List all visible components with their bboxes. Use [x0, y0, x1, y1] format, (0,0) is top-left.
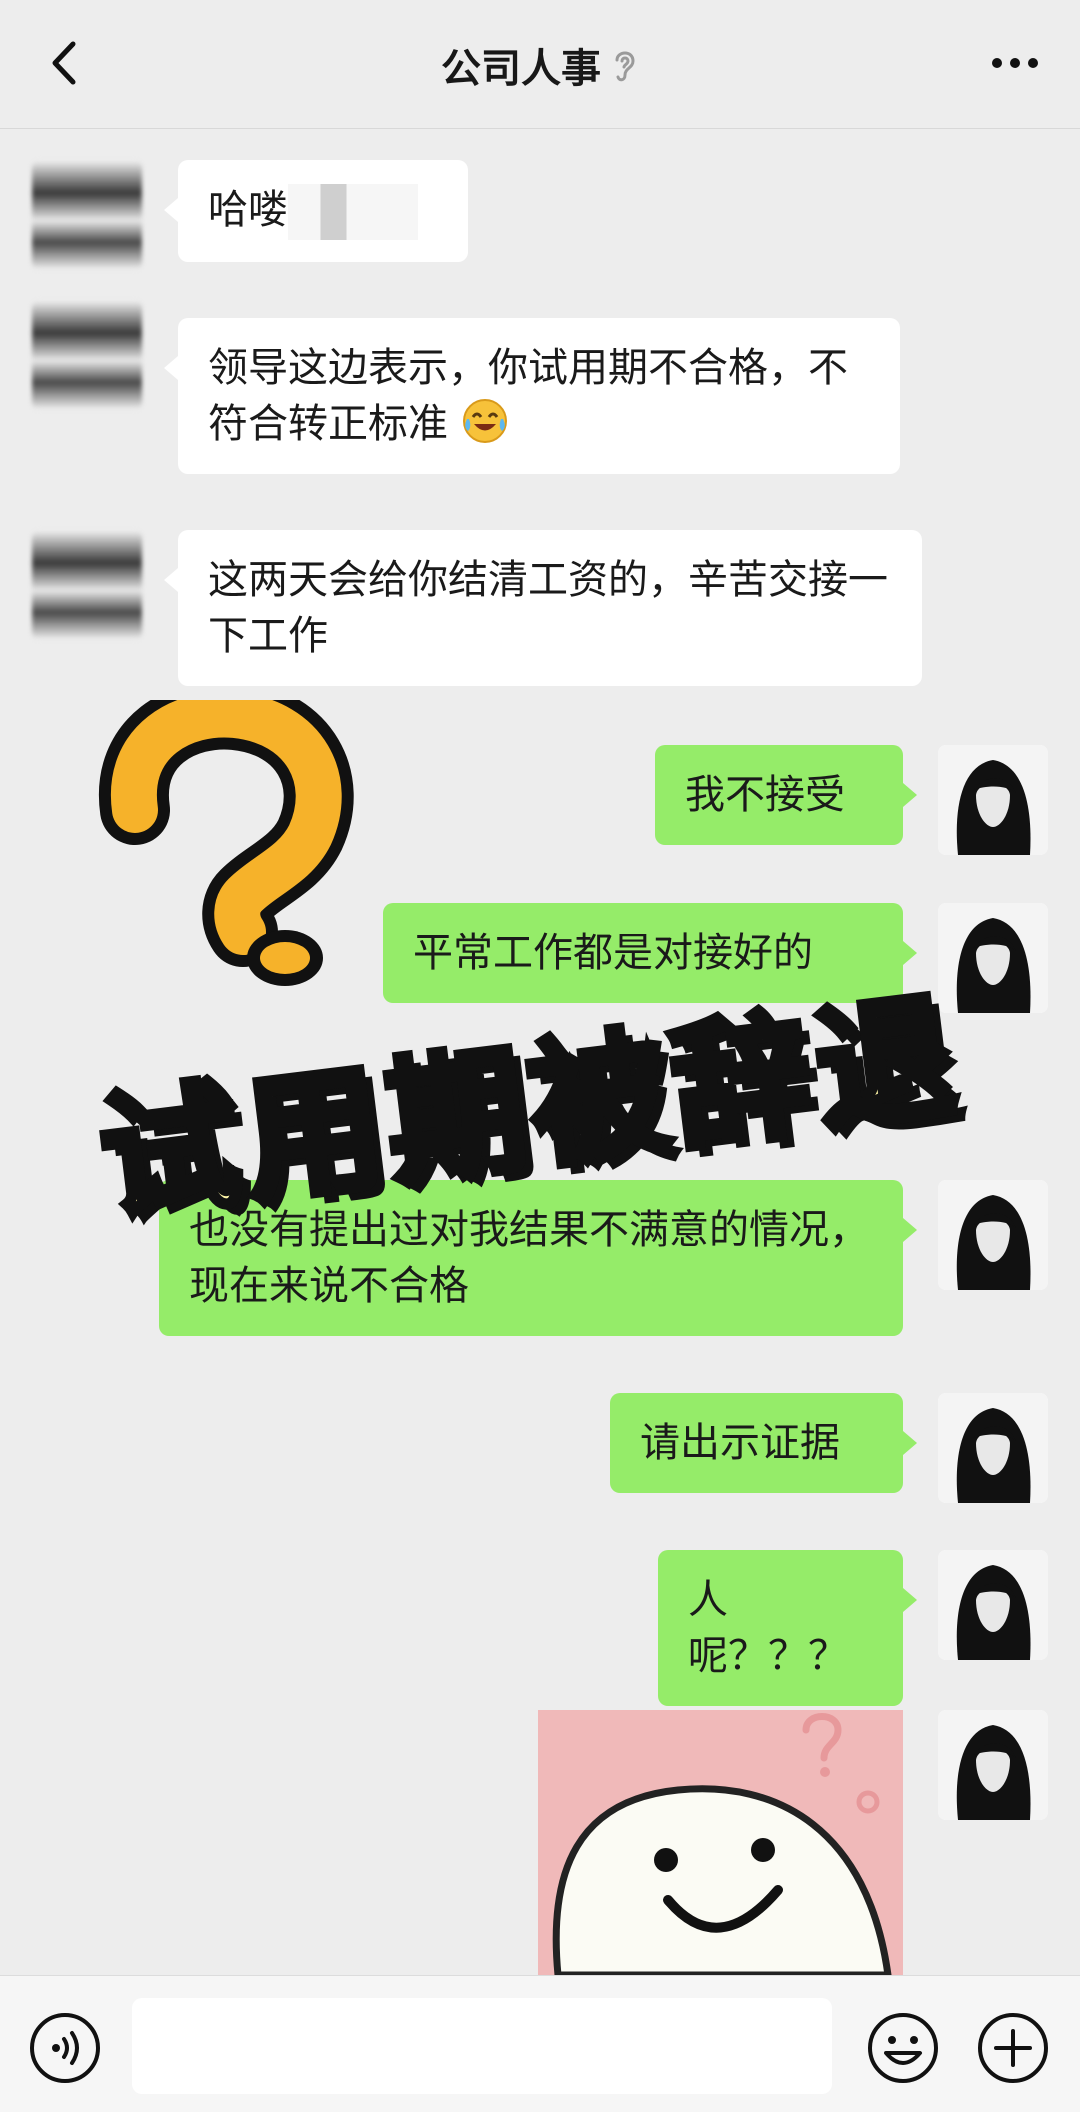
outgoing-message[interactable]: 请出示证据 [610, 1393, 917, 1493]
message-text: 人呢？？？ [688, 1577, 848, 1679]
redaction-block [288, 184, 418, 240]
crying-laughing-emoji [462, 399, 507, 443]
user-avatar[interactable] [938, 1710, 1048, 1820]
chat-title: 公司人事 [441, 46, 601, 92]
message-text: 请出示证据 [640, 1420, 840, 1466]
chat-header: 公司人事 [0, 0, 1080, 129]
message-input[interactable] [132, 1998, 832, 2094]
message-text: 领导这边表示，你试用期不合格，不符合转正标准 [208, 345, 848, 447]
contact-avatar[interactable] [32, 530, 142, 640]
sticker-message[interactable] [538, 1710, 903, 1975]
plus-icon[interactable] [976, 2011, 1050, 2085]
question-mark-icon [98, 700, 354, 986]
outgoing-message[interactable]: 我不接受 [655, 745, 917, 845]
incoming-message[interactable]: 领导这边表示，你试用期不合格，不符合转正标准 [164, 318, 900, 474]
message-text: 哈喽 [208, 187, 288, 233]
user-avatar[interactable] [938, 745, 1048, 855]
user-avatar[interactable] [938, 1180, 1048, 1290]
more-horizontal-icon [992, 58, 1038, 68]
chat-title-wrap: 公司人事 [0, 30, 1080, 100]
user-avatar[interactable] [938, 1393, 1048, 1503]
contact-avatar[interactable] [32, 160, 142, 270]
more-button[interactable] [980, 28, 1050, 98]
message-text: 我不接受 [685, 772, 845, 818]
emoji-icon[interactable] [866, 2011, 940, 2085]
user-avatar[interactable] [938, 1550, 1048, 1660]
chat-input-bar [0, 1975, 1080, 2112]
confused-smiling-face-sticker [538, 1710, 903, 1975]
outgoing-message[interactable]: 人呢？？？ [658, 1550, 917, 1706]
incoming-message[interactable]: 这两天会给你结清工资的，辛苦交接一下工作 [164, 530, 922, 686]
ear-icon [615, 51, 635, 82]
voice-icon[interactable] [28, 2011, 102, 2085]
incoming-message[interactable]: 哈喽 [164, 160, 468, 262]
message-text: 这两天会给你结清工资的，辛苦交接一下工作 [208, 557, 888, 659]
chat-screen: 公司人事 哈喽 领导这边表示，你试用期不合格，不符合转正标准 这两天会给你结清工… [0, 0, 1080, 2112]
contact-avatar[interactable] [32, 300, 142, 410]
message-text: 也没有提出过对我结果不满意的情况，现在来说不合格 [189, 1207, 869, 1309]
